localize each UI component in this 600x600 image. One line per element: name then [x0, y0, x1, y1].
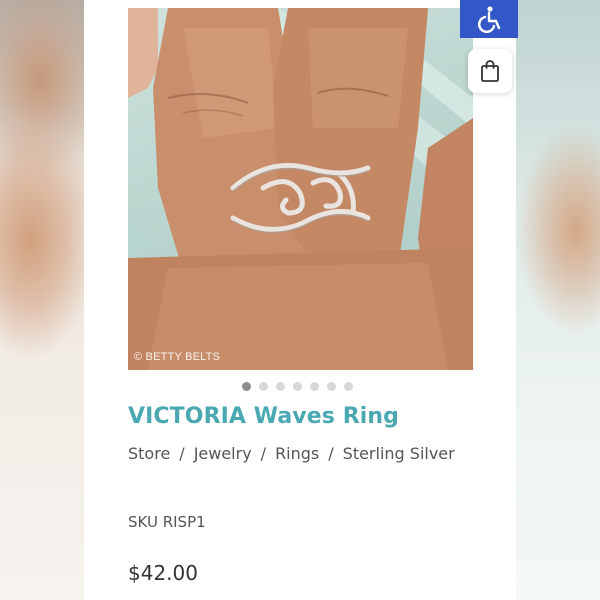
carousel-dot[interactable]: [310, 382, 319, 391]
cart-button[interactable]: [468, 49, 512, 93]
carousel-dot[interactable]: [259, 382, 268, 391]
wheelchair-icon: [478, 6, 501, 33]
product-title: VICTORIA Waves Ring: [128, 404, 400, 429]
carousel-dot[interactable]: [276, 382, 285, 391]
carousel-dot[interactable]: [293, 382, 302, 391]
product-sku: SKU RISP1: [128, 513, 206, 531]
background-blur-left: [0, 0, 84, 600]
breadcrumb-item-jewelry[interactable]: Jewelry: [194, 444, 252, 463]
background-blur-right: [516, 0, 600, 600]
carousel-dot[interactable]: [344, 382, 353, 391]
breadcrumb-item-rings[interactable]: Rings: [275, 444, 319, 463]
carousel-dot[interactable]: [327, 382, 336, 391]
accessibility-button[interactable]: [460, 0, 518, 38]
breadcrumb-separator: /: [260, 444, 267, 463]
product-page: © BETTY BELTS VICTORIA Waves Ring Store /…: [84, 0, 518, 600]
shopping-bag-icon: [481, 60, 499, 82]
breadcrumb-separator: /: [179, 444, 185, 463]
product-image[interactable]: © BETTY BELTS: [128, 8, 473, 370]
image-watermark: © BETTY BELTS: [134, 351, 221, 363]
breadcrumb: Store / Jewelry / Rings / Sterling Silver: [128, 441, 458, 466]
image-carousel-dots: [242, 382, 353, 392]
carousel-dot[interactable]: [242, 382, 251, 391]
product-price: $42.00: [128, 561, 198, 585]
breadcrumb-item-store[interactable]: Store: [128, 444, 170, 463]
product-photo-illustration: [128, 8, 473, 370]
breadcrumb-item-sterling-silver[interactable]: Sterling Silver: [343, 444, 455, 463]
breadcrumb-separator: /: [328, 444, 334, 463]
